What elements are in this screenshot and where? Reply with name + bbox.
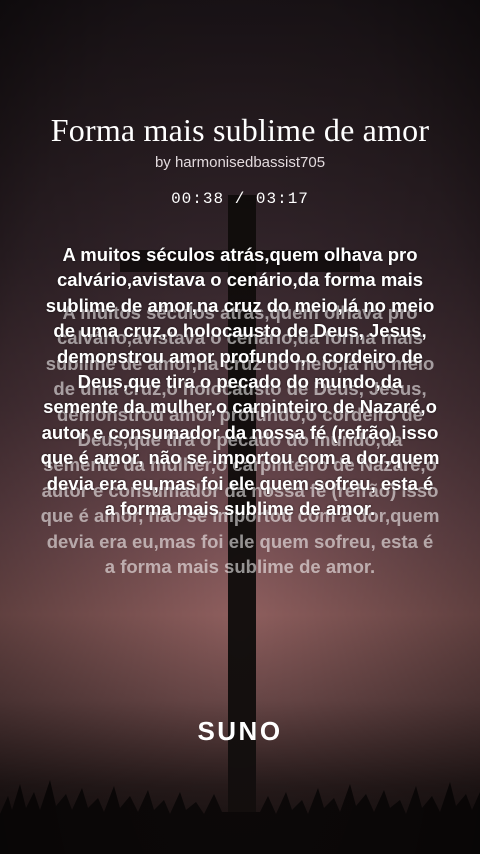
playback-time: 00:38 / 03:17 xyxy=(171,190,309,208)
song-author: by harmonisedbassist705 xyxy=(154,154,326,171)
lyric-video-screen: Forma mais sublime de amor by harmonised… xyxy=(0,0,480,854)
suno-logo: SUNO xyxy=(197,716,283,746)
grass-silhouette xyxy=(0,780,480,854)
lyrics-text: A muitos séculos atrás,quem olhava pro c… xyxy=(40,244,440,520)
song-title: Forma mais sublime de amor xyxy=(50,112,430,148)
